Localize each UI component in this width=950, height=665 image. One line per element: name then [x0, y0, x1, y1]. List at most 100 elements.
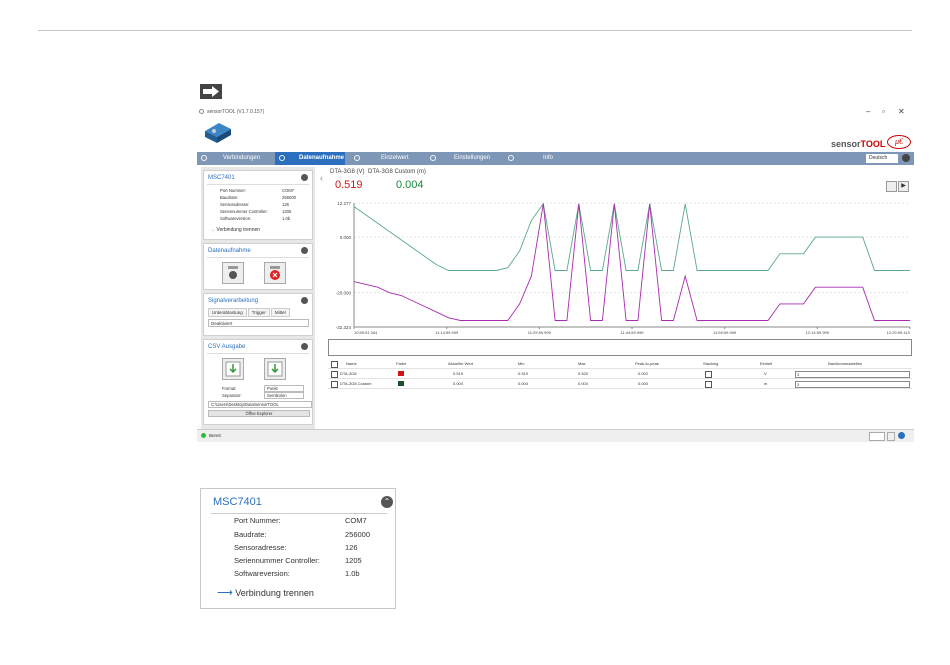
port-value: COM7: [282, 188, 295, 193]
single-value-icon: [354, 155, 360, 161]
collapse-icon[interactable]: [301, 343, 308, 350]
separator-label: Separator:: [222, 393, 242, 398]
tab-datenaufnahme[interactable]: Datenaufnahme: [275, 152, 345, 165]
maximize-button[interactable]: ▫: [882, 107, 885, 116]
settings-icon: [430, 155, 436, 161]
collapse-icon[interactable]: [301, 297, 308, 304]
software-label: Softwareversion:: [220, 216, 252, 221]
row-unit: m: [764, 381, 768, 386]
play-button[interactable]: ▶: [898, 181, 909, 192]
zoom-serial-label: Seriennummer Controller:: [234, 556, 320, 565]
col-name: Name: [346, 361, 357, 366]
tab-trigger[interactable]: Trigger: [247, 308, 270, 317]
tab-info[interactable]: Info: [543, 152, 573, 165]
divider: [207, 184, 309, 185]
tab-einzelwert[interactable]: Einzelwert: [381, 152, 431, 165]
tab-mittel[interactable]: Mittel: [270, 308, 290, 317]
y-tick-label: -32.324: [336, 325, 352, 330]
collapse-icon[interactable]: [301, 247, 308, 254]
status-dot-icon: [201, 433, 206, 438]
port-label: Port Nummer:: [220, 188, 247, 193]
zoom-baud-label: Baudrate:: [234, 530, 267, 539]
zoom-address-value: 126: [345, 543, 358, 552]
x-tick-label: 12:29:59.410: [887, 330, 911, 335]
row-min: 0.519: [518, 371, 529, 376]
sensortool-window: sensorTOOL (V1.7.0.157) – ▫ ✕ sensorTOOL…: [197, 107, 914, 443]
csv-path-input[interactable]: C:\Users\Desktop\Data\sensorTOOL: [208, 401, 312, 408]
row-p2p: 0.002: [638, 371, 649, 376]
zoom-fit-button[interactable]: [886, 181, 897, 192]
col-unit: Einheit: [760, 361, 773, 366]
start-recording-button[interactable]: [222, 262, 244, 284]
main-nav: Verbindungen Datenaufnahme Einzelwert Ei…: [197, 152, 914, 165]
info-status-icon[interactable]: [898, 432, 905, 439]
row-max: 0.520: [578, 371, 589, 376]
table-row[interactable]: DTA-3G8 0.519 0.519 0.520 0.002 V 3: [328, 369, 912, 379]
signal-panel: Signalverarbeitung Unterabtastung Trigger…: [203, 293, 313, 336]
device-panel-title: MSC7401: [208, 175, 235, 181]
timeline-overview[interactable]: [328, 339, 912, 356]
divider: [207, 353, 309, 354]
row-unit: V: [764, 371, 767, 376]
software-value: 1.0b: [282, 216, 291, 221]
zoom-serial-value: 1205: [345, 556, 362, 565]
baud-value: 256000: [282, 195, 296, 200]
serial-value: 1205: [282, 209, 292, 214]
zoom-port-value: COM7: [345, 516, 367, 525]
row-checkbox[interactable]: [331, 381, 338, 388]
format-select[interactable]: Punkt: [264, 385, 304, 392]
digits-stepper[interactable]: 3: [795, 371, 910, 378]
csv-panel: CSV Ausgabe Format: Punkt Separator: Sem…: [203, 339, 313, 425]
row-p2p: 0.000: [638, 381, 649, 386]
window-title: sensorTOOL (V1.7.0.157): [207, 109, 265, 115]
y-tick-label: 0.000: [340, 235, 352, 240]
chevron-up-icon[interactable]: ⌃: [381, 496, 393, 508]
subsampling-select[interactable]: Deaktiviert: [208, 319, 309, 327]
open-explorer-button[interactable]: Öffne Explorer: [208, 410, 310, 417]
sensor-device-image: [203, 119, 233, 150]
table-row[interactable]: DTA-3G8 Custom 0.004 0.004 0.004 0.000 m…: [328, 379, 912, 389]
row-max: 0.004: [578, 381, 589, 386]
log-window-icon[interactable]: [887, 432, 895, 441]
signal-tabs: Unterabtastung Trigger Mittel: [208, 308, 291, 317]
signal-panel-title: Signalverarbeitung: [208, 298, 259, 304]
language-select[interactable]: Deutsch: [866, 154, 898, 163]
tab-verbindungen[interactable]: Verbindungen: [223, 152, 273, 165]
digits-stepper[interactable]: 3: [795, 381, 910, 388]
zoom-address-label: Sensoradresse:: [234, 543, 287, 552]
row-current: 0.519: [453, 371, 464, 376]
x-tick-label: 11:59:59.999: [713, 330, 737, 335]
select-all-checkbox[interactable]: [331, 361, 338, 368]
disconnect-link[interactable]: → Verbindung trennen: [210, 227, 260, 233]
tab-einstellungen[interactable]: Einstellungen: [454, 152, 509, 165]
y-tick-label: 12.277: [337, 201, 351, 206]
minimize-button[interactable]: –: [866, 107, 870, 116]
stop-recording-button[interactable]: [264, 262, 286, 284]
tab-unterabtastung[interactable]: Unterabtastung: [208, 308, 247, 317]
color-swatch[interactable]: [398, 371, 404, 376]
csv-export-button[interactable]: [222, 358, 244, 380]
language-dropdown-icon[interactable]: [902, 154, 910, 162]
reading-value-m: 0.004: [396, 179, 424, 191]
recording-panel: Datenaufnahme: [203, 243, 313, 290]
log-level-select[interactable]: [869, 432, 885, 441]
x-tick-label: 10:59:51.344: [354, 330, 378, 335]
row-checkbox[interactable]: [331, 371, 338, 378]
separator-select[interactable]: Semikolon: [264, 392, 304, 399]
col-current: Aktueller Wert: [448, 361, 474, 366]
csv-record-button[interactable]: [264, 358, 286, 380]
x-tick-label: 11:44:59.999: [620, 330, 644, 335]
device-panel: MSC7401 Port Nummer: COM7 Baudrate: 2560…: [203, 170, 313, 240]
address-label: Sensoradresse:: [220, 202, 250, 207]
stacking-checkbox[interactable]: [705, 381, 712, 388]
zoom-disconnect-link[interactable]: ⟶ Verbindung trennen: [217, 586, 314, 599]
color-swatch[interactable]: [398, 381, 404, 386]
serial-label: Seriennummer Controller:: [220, 209, 268, 214]
stacking-checkbox[interactable]: [705, 371, 712, 378]
row-name: DTA-3G8: [340, 371, 357, 376]
collapse-sidebar-icon[interactable]: ‹: [320, 173, 323, 183]
close-button[interactable]: ✕: [898, 107, 905, 116]
col-stacking: Stacking: [703, 361, 719, 366]
format-label: Format:: [222, 386, 237, 391]
collapse-icon[interactable]: [301, 174, 308, 181]
